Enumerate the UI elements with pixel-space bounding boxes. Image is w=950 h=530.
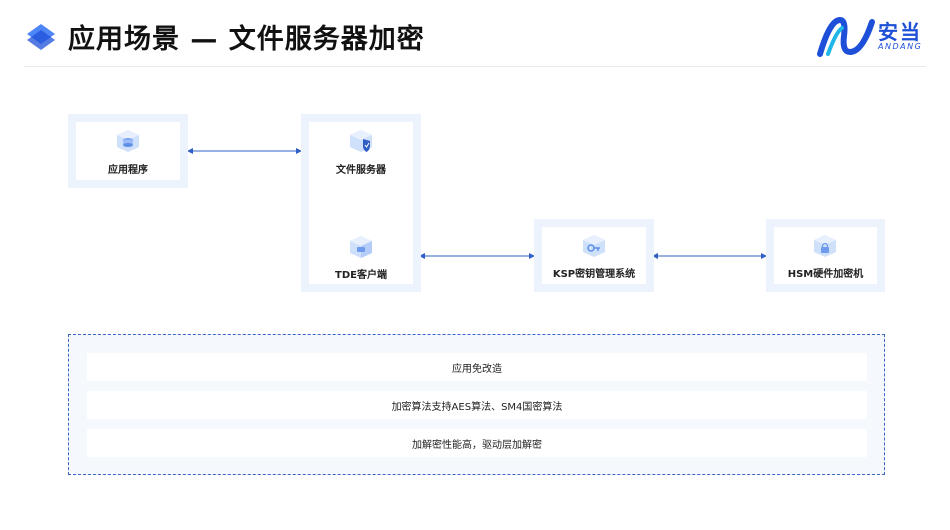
key-cube-icon [583,235,605,257]
node-ksp-label: KSP密钥管理系统 [552,269,636,280]
node-app-label: 应用程序 [108,165,148,176]
feature-item: 加密算法支持AES算法、SM4国密算法 [87,391,867,419]
node-hsm: HSM硬件加密机 [766,219,885,292]
node-hsm-label: HSM硬件加密机 [787,269,864,280]
node-file-server-label: 文件服务器 [336,165,386,176]
node-file-server-group: 文件服务器 TDE客户端 [301,114,421,292]
feature-panel: 应用免改造 加密算法支持AES算法、SM4国密算法 加解密性能高，驱动层加解密 [68,334,885,475]
node-ksp: KSP密钥管理系统 [534,219,654,292]
node-tde-client-label: TDE客户端 [335,270,387,281]
cube-icon [350,236,372,258]
lock-cube-icon [814,235,836,257]
feature-item: 加解密性能高，驱动层加解密 [87,429,867,457]
shield-cube-icon [350,130,372,152]
database-cube-icon [117,130,139,152]
node-app: 应用程序 [68,114,188,188]
feature-item: 应用免改造 [87,353,867,381]
